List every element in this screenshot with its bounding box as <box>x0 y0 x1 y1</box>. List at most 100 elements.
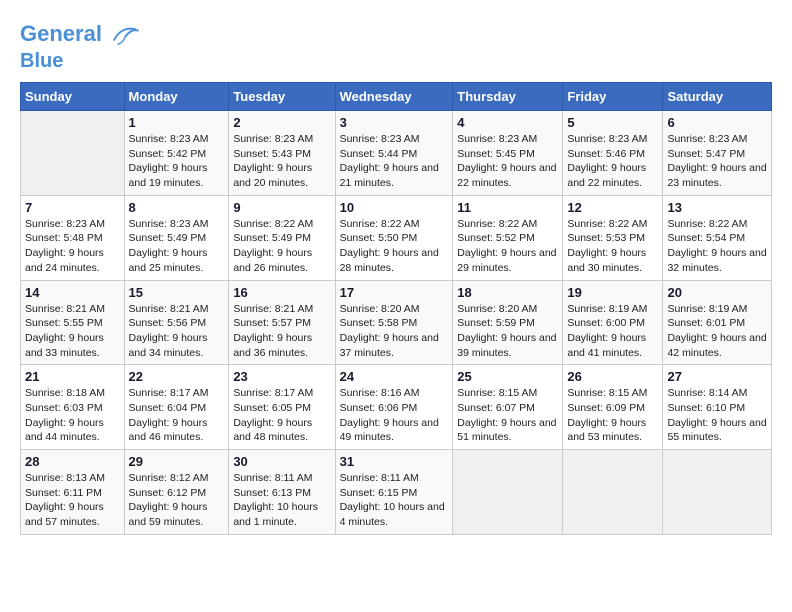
day-info: Sunrise: 8:22 AM Sunset: 5:54 PM Dayligh… <box>667 217 767 276</box>
day-number: 27 <box>667 369 767 384</box>
day-info: Sunrise: 8:23 AM Sunset: 5:49 PM Dayligh… <box>129 217 225 276</box>
weekday-header: Saturday <box>663 83 772 111</box>
calendar-cell: 18 Sunrise: 8:20 AM Sunset: 5:59 PM Dayl… <box>453 280 563 365</box>
weekday-header: Friday <box>563 83 663 111</box>
calendar-cell: 23 Sunrise: 8:17 AM Sunset: 6:05 PM Dayl… <box>229 365 335 450</box>
day-info: Sunrise: 8:13 AM Sunset: 6:11 PM Dayligh… <box>25 471 120 530</box>
calendar-cell: 27 Sunrise: 8:14 AM Sunset: 6:10 PM Dayl… <box>663 365 772 450</box>
day-info: Sunrise: 8:20 AM Sunset: 5:58 PM Dayligh… <box>340 302 449 361</box>
day-info: Sunrise: 8:17 AM Sunset: 6:04 PM Dayligh… <box>129 386 225 445</box>
calendar-cell: 10 Sunrise: 8:22 AM Sunset: 5:50 PM Dayl… <box>335 195 453 280</box>
day-number: 20 <box>667 285 767 300</box>
day-info: Sunrise: 8:20 AM Sunset: 5:59 PM Dayligh… <box>457 302 558 361</box>
day-info: Sunrise: 8:23 AM Sunset: 5:45 PM Dayligh… <box>457 132 558 191</box>
calendar-cell: 13 Sunrise: 8:22 AM Sunset: 5:54 PM Dayl… <box>663 195 772 280</box>
calendar-cell: 3 Sunrise: 8:23 AM Sunset: 5:44 PM Dayli… <box>335 111 453 196</box>
day-info: Sunrise: 8:23 AM Sunset: 5:48 PM Dayligh… <box>25 217 120 276</box>
calendar-cell: 12 Sunrise: 8:22 AM Sunset: 5:53 PM Dayl… <box>563 195 663 280</box>
day-number: 19 <box>567 285 658 300</box>
calendar-week-row: 1 Sunrise: 8:23 AM Sunset: 5:42 PM Dayli… <box>21 111 772 196</box>
day-info: Sunrise: 8:23 AM Sunset: 5:44 PM Dayligh… <box>340 132 449 191</box>
day-info: Sunrise: 8:19 AM Sunset: 6:01 PM Dayligh… <box>667 302 767 361</box>
day-number: 18 <box>457 285 558 300</box>
calendar-cell: 1 Sunrise: 8:23 AM Sunset: 5:42 PM Dayli… <box>124 111 229 196</box>
day-info: Sunrise: 8:15 AM Sunset: 6:09 PM Dayligh… <box>567 386 658 445</box>
calendar-cell <box>453 450 563 535</box>
calendar-cell <box>563 450 663 535</box>
day-info: Sunrise: 8:23 AM Sunset: 5:42 PM Dayligh… <box>129 132 225 191</box>
logo-text: General <box>20 20 140 50</box>
calendar-cell <box>21 111 125 196</box>
day-number: 30 <box>233 454 330 469</box>
calendar-cell: 19 Sunrise: 8:19 AM Sunset: 6:00 PM Dayl… <box>563 280 663 365</box>
calendar-cell: 25 Sunrise: 8:15 AM Sunset: 6:07 PM Dayl… <box>453 365 563 450</box>
day-number: 22 <box>129 369 225 384</box>
calendar-cell: 21 Sunrise: 8:18 AM Sunset: 6:03 PM Dayl… <box>21 365 125 450</box>
day-number: 29 <box>129 454 225 469</box>
day-info: Sunrise: 8:19 AM Sunset: 6:00 PM Dayligh… <box>567 302 658 361</box>
day-number: 26 <box>567 369 658 384</box>
day-number: 23 <box>233 369 330 384</box>
day-number: 21 <box>25 369 120 384</box>
day-number: 7 <box>25 200 120 215</box>
calendar-cell: 15 Sunrise: 8:21 AM Sunset: 5:56 PM Dayl… <box>124 280 229 365</box>
logo-blue-text: Blue <box>20 50 140 72</box>
calendar-table: SundayMondayTuesdayWednesdayThursdayFrid… <box>20 82 772 535</box>
weekday-header: Wednesday <box>335 83 453 111</box>
weekday-header: Monday <box>124 83 229 111</box>
day-number: 12 <box>567 200 658 215</box>
day-info: Sunrise: 8:17 AM Sunset: 6:05 PM Dayligh… <box>233 386 330 445</box>
day-info: Sunrise: 8:15 AM Sunset: 6:07 PM Dayligh… <box>457 386 558 445</box>
calendar-cell: 31 Sunrise: 8:11 AM Sunset: 6:15 PM Dayl… <box>335 450 453 535</box>
calendar-cell: 14 Sunrise: 8:21 AM Sunset: 5:55 PM Dayl… <box>21 280 125 365</box>
calendar-week-row: 21 Sunrise: 8:18 AM Sunset: 6:03 PM Dayl… <box>21 365 772 450</box>
day-info: Sunrise: 8:16 AM Sunset: 6:06 PM Dayligh… <box>340 386 449 445</box>
day-number: 1 <box>129 115 225 130</box>
day-number: 2 <box>233 115 330 130</box>
day-info: Sunrise: 8:11 AM Sunset: 6:13 PM Dayligh… <box>233 471 330 530</box>
day-info: Sunrise: 8:23 AM Sunset: 5:46 PM Dayligh… <box>567 132 658 191</box>
calendar-cell: 24 Sunrise: 8:16 AM Sunset: 6:06 PM Dayl… <box>335 365 453 450</box>
day-number: 3 <box>340 115 449 130</box>
calendar-cell: 30 Sunrise: 8:11 AM Sunset: 6:13 PM Dayl… <box>229 450 335 535</box>
logo: General Blue <box>20 20 140 72</box>
page-header: General Blue <box>20 20 772 72</box>
day-number: 8 <box>129 200 225 215</box>
day-info: Sunrise: 8:22 AM Sunset: 5:50 PM Dayligh… <box>340 217 449 276</box>
calendar-cell: 5 Sunrise: 8:23 AM Sunset: 5:46 PM Dayli… <box>563 111 663 196</box>
calendar-week-row: 28 Sunrise: 8:13 AM Sunset: 6:11 PM Dayl… <box>21 450 772 535</box>
day-number: 9 <box>233 200 330 215</box>
day-number: 25 <box>457 369 558 384</box>
calendar-cell: 2 Sunrise: 8:23 AM Sunset: 5:43 PM Dayli… <box>229 111 335 196</box>
day-info: Sunrise: 8:23 AM Sunset: 5:43 PM Dayligh… <box>233 132 330 191</box>
day-number: 16 <box>233 285 330 300</box>
calendar-cell: 16 Sunrise: 8:21 AM Sunset: 5:57 PM Dayl… <box>229 280 335 365</box>
day-number: 13 <box>667 200 767 215</box>
calendar-cell: 11 Sunrise: 8:22 AM Sunset: 5:52 PM Dayl… <box>453 195 563 280</box>
calendar-cell: 4 Sunrise: 8:23 AM Sunset: 5:45 PM Dayli… <box>453 111 563 196</box>
day-info: Sunrise: 8:21 AM Sunset: 5:57 PM Dayligh… <box>233 302 330 361</box>
day-number: 5 <box>567 115 658 130</box>
calendar-week-row: 14 Sunrise: 8:21 AM Sunset: 5:55 PM Dayl… <box>21 280 772 365</box>
day-number: 4 <box>457 115 558 130</box>
day-info: Sunrise: 8:18 AM Sunset: 6:03 PM Dayligh… <box>25 386 120 445</box>
day-number: 14 <box>25 285 120 300</box>
calendar-cell: 7 Sunrise: 8:23 AM Sunset: 5:48 PM Dayli… <box>21 195 125 280</box>
weekday-header: Thursday <box>453 83 563 111</box>
day-info: Sunrise: 8:22 AM Sunset: 5:52 PM Dayligh… <box>457 217 558 276</box>
day-info: Sunrise: 8:22 AM Sunset: 5:49 PM Dayligh… <box>233 217 330 276</box>
day-info: Sunrise: 8:14 AM Sunset: 6:10 PM Dayligh… <box>667 386 767 445</box>
day-info: Sunrise: 8:21 AM Sunset: 5:55 PM Dayligh… <box>25 302 120 361</box>
calendar-cell: 29 Sunrise: 8:12 AM Sunset: 6:12 PM Dayl… <box>124 450 229 535</box>
calendar-cell: 9 Sunrise: 8:22 AM Sunset: 5:49 PM Dayli… <box>229 195 335 280</box>
weekday-header-row: SundayMondayTuesdayWednesdayThursdayFrid… <box>21 83 772 111</box>
weekday-header: Tuesday <box>229 83 335 111</box>
day-number: 10 <box>340 200 449 215</box>
calendar-cell: 17 Sunrise: 8:20 AM Sunset: 5:58 PM Dayl… <box>335 280 453 365</box>
calendar-cell: 22 Sunrise: 8:17 AM Sunset: 6:04 PM Dayl… <box>124 365 229 450</box>
weekday-header: Sunday <box>21 83 125 111</box>
calendar-week-row: 7 Sunrise: 8:23 AM Sunset: 5:48 PM Dayli… <box>21 195 772 280</box>
day-number: 17 <box>340 285 449 300</box>
calendar-cell: 20 Sunrise: 8:19 AM Sunset: 6:01 PM Dayl… <box>663 280 772 365</box>
day-number: 6 <box>667 115 767 130</box>
